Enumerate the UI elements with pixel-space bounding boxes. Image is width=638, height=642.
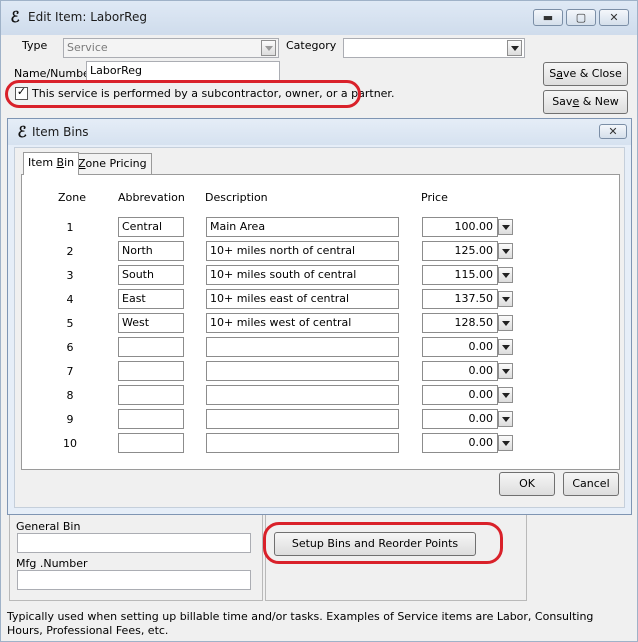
check-icon: ✓ (16, 85, 27, 98)
dialog-close-icon: ✕ (608, 125, 618, 138)
abbreviation-input[interactable] (118, 337, 184, 357)
description-input[interactable] (206, 409, 399, 429)
price-input[interactable]: 0.00 (422, 337, 498, 357)
dialog-close-button[interactable]: ✕ (599, 124, 627, 139)
item-bin-panel: Zone Abbrevation Description Price 1 Cent… (21, 174, 620, 470)
minimize-button[interactable]: ▬ (533, 9, 563, 26)
ok-button[interactable]: OK (499, 472, 555, 496)
abbreviation-header: Abbrevation (118, 191, 185, 204)
price-input[interactable]: 128.50 (422, 313, 498, 333)
general-bin-label: General Bin (16, 520, 81, 533)
abbreviation-input[interactable] (118, 361, 184, 381)
zone-number: 6 (66, 341, 74, 354)
price-chevron-down-icon[interactable] (498, 435, 513, 451)
zone-number: 4 (66, 293, 74, 306)
category-label: Category (286, 39, 337, 52)
description-input[interactable] (206, 433, 399, 453)
zone-number: 1 (66, 221, 74, 234)
description-header: Description (205, 191, 268, 204)
item-bins-dialog: ℰ Item Bins ✕ Item Bin Zone Pricing Zone… (7, 118, 632, 515)
tab-item-bin[interactable]: Item Bin (23, 152, 80, 175)
tab-zone-pricing[interactable]: Zone Pricing (73, 153, 152, 174)
price-input[interactable]: 100.00 (422, 217, 498, 237)
abbreviation-input[interactable]: East (118, 289, 184, 309)
abbreviation-input[interactable]: South (118, 265, 184, 285)
maximize-icon: ▢ (575, 11, 587, 24)
price-input[interactable]: 125.00 (422, 241, 498, 261)
price-input[interactable]: 115.00 (422, 265, 498, 285)
price-header: Price (421, 191, 448, 204)
cancel-button[interactable]: Cancel (563, 472, 619, 496)
footer-help-text-2: Hours, Professional Fees, etc. (7, 624, 169, 637)
price-chevron-down-icon[interactable] (498, 411, 513, 427)
price-input[interactable]: 0.00 (422, 409, 498, 429)
subcontractor-label: This service is performed by a subcontra… (32, 87, 395, 100)
price-chevron-down-icon[interactable] (498, 387, 513, 403)
abbreviation-input[interactable] (118, 433, 184, 453)
zone-number: 9 (66, 413, 74, 426)
description-input[interactable]: 10+ miles south of central (206, 265, 399, 285)
app-logo-icon: ℰ (10, 8, 20, 26)
category-chevron-down-icon[interactable] (507, 40, 522, 56)
price-chevron-down-icon[interactable] (498, 363, 513, 379)
price-input[interactable]: 137.50 (422, 289, 498, 309)
price-chevron-down-icon[interactable] (498, 339, 513, 355)
dialog-body: Item Bin Zone Pricing Zone Abbrevation D… (14, 147, 625, 508)
name-number-label: Name/Number (14, 67, 95, 80)
type-chevron-down-icon[interactable] (261, 40, 276, 56)
abbreviation-input[interactable] (118, 385, 184, 405)
edit-item-window: ℰ Edit Item: LaborReg ▬ ▢ ✕ Type Service… (0, 0, 638, 642)
zone-header: Zone (58, 191, 87, 204)
price-chevron-down-icon[interactable] (498, 219, 513, 235)
zone-number: 2 (66, 245, 74, 258)
description-input[interactable] (206, 361, 399, 381)
name-number-input[interactable]: LaborReg (86, 61, 280, 81)
description-input[interactable] (206, 385, 399, 405)
price-input[interactable]: 0.00 (422, 385, 498, 405)
description-input[interactable]: 10+ miles north of central (206, 241, 399, 261)
save-close-button[interactable]: Save & Close (543, 62, 628, 86)
window-title: Edit Item: LaborReg (28, 10, 147, 24)
mfg-number-label: Mfg .Number (16, 557, 88, 570)
description-input[interactable] (206, 337, 399, 357)
close-icon: ✕ (609, 11, 619, 24)
abbreviation-input[interactable] (118, 409, 184, 429)
price-chevron-down-icon[interactable] (498, 267, 513, 283)
category-select[interactable] (343, 38, 525, 58)
price-input[interactable]: 0.00 (422, 361, 498, 381)
price-chevron-down-icon[interactable] (498, 243, 513, 259)
setup-group-box (265, 513, 527, 601)
general-bin-input[interactable] (17, 533, 251, 553)
minimize-icon: ▬ (542, 11, 554, 24)
abbreviation-input[interactable]: North (118, 241, 184, 261)
price-chevron-down-icon[interactable] (498, 315, 513, 331)
description-input[interactable]: 10+ miles east of central (206, 289, 399, 309)
zone-number: 10 (63, 437, 77, 450)
abbreviation-input[interactable]: Central (118, 217, 184, 237)
zone-number: 8 (66, 389, 74, 402)
subcontractor-checkbox[interactable]: ✓ (15, 85, 28, 100)
setup-bins-button[interactable]: Setup Bins and Reorder Points (274, 532, 476, 556)
price-chevron-down-icon[interactable] (498, 291, 513, 307)
abbreviation-input[interactable]: West (118, 313, 184, 333)
dialog-title: Item Bins (32, 125, 89, 139)
mfg-number-input[interactable] (17, 570, 251, 590)
description-input[interactable]: Main Area (206, 217, 399, 237)
zone-number: 3 (66, 269, 74, 282)
dialog-title-bar: ℰ Item Bins ✕ (8, 119, 631, 145)
close-button[interactable]: ✕ (599, 9, 629, 26)
type-label: Type (22, 39, 48, 52)
window-title-bar: ℰ Edit Item: LaborReg ▬ ▢ ✕ (1, 1, 637, 35)
zone-number: 5 (66, 317, 74, 330)
footer-help-text-1: Typically used when setting up billable … (7, 610, 594, 623)
save-new-button[interactable]: Save & New (543, 90, 628, 114)
maximize-button[interactable]: ▢ (566, 9, 596, 26)
zone-number: 7 (66, 365, 74, 378)
type-select[interactable]: Service (63, 38, 279, 58)
price-input[interactable]: 0.00 (422, 433, 498, 453)
dialog-logo-icon: ℰ (17, 123, 27, 141)
description-input[interactable]: 10+ miles west of central (206, 313, 399, 333)
